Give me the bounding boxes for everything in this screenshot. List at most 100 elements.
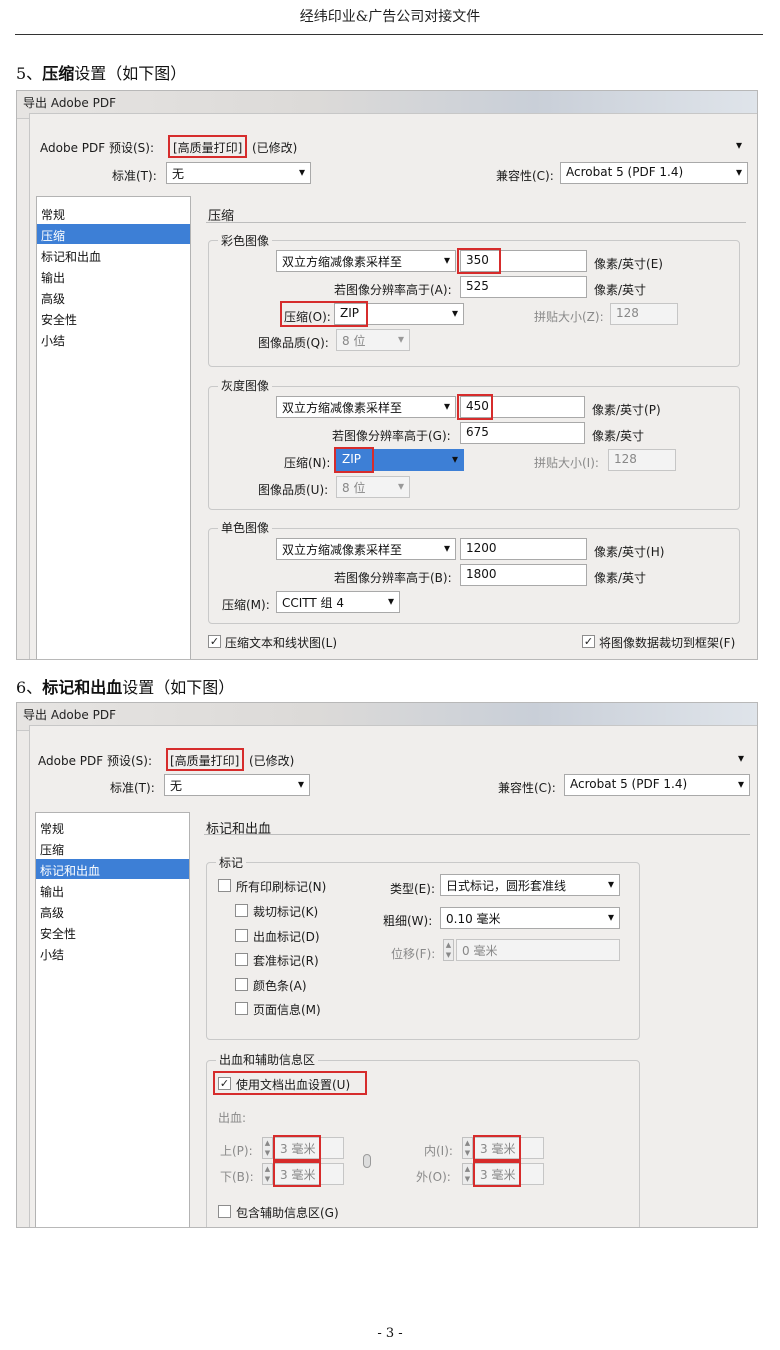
bleed-marks-label: 出血标记(D) (253, 930, 320, 944)
heading-rule (204, 834, 750, 835)
crop-marks-checkbox[interactable] (235, 904, 248, 917)
nav-item-general[interactable]: 常规 (37, 203, 190, 223)
preset-label: Adobe PDF 预设(S): (40, 141, 154, 155)
section-6-bold: 标记和出血 (42, 678, 123, 697)
color-downsample-select[interactable]: 双立方缩减像素采样至 (276, 250, 456, 272)
color-bars-checkbox[interactable] (235, 978, 248, 991)
bleed-top-highlight (273, 1135, 321, 1161)
crop-marks-label: 裁切标记(K) (253, 905, 319, 919)
color-images-title: 彩色图像 (218, 232, 273, 249)
bleed-outside-label: 外(O): (416, 1170, 451, 1184)
page-number: - 3 - (377, 1326, 403, 1341)
gray-above-unit: 像素/英寸 (592, 429, 645, 443)
color-bars-label: 颜色条(A) (253, 979, 307, 993)
marks-group-title: 标记 (216, 854, 247, 871)
document-header: 经纬印业&广告公司对接文件 (299, 9, 481, 25)
use-doc-bleed-highlight (213, 1071, 367, 1095)
section-5-rest: 设置（如下图） (74, 64, 187, 83)
marks-dialog-screenshot: 导出 Adobe PDF Adobe PDF 预设(S): [高质量打印] (已… (16, 702, 758, 1228)
crop-data-checkbox[interactable]: ✓ (582, 635, 595, 648)
color-quality-select[interactable]: 8 位 (336, 329, 410, 351)
gray-ppi-highlight (457, 394, 493, 420)
mono-ppi-input[interactable]: 1200 (460, 538, 587, 560)
color-above-unit: 像素/英寸 (594, 283, 647, 297)
gray-ppi-unit: 像素/英寸(P) (592, 403, 661, 417)
mono-downsample-select[interactable]: 双立方缩减像素采样至 (276, 538, 456, 560)
mono-above-input[interactable]: 1800 (460, 564, 587, 586)
dialog-body: Adobe PDF 预设(S): [高质量打印] (已修改) 标准(T): 无 … (29, 725, 757, 1227)
nav-item-marks-bleeds[interactable]: 标记和出血 (37, 245, 190, 265)
nav-item-compression[interactable]: 压缩 (37, 224, 190, 244)
nav-list: 常规 压缩 标记和出血 输出 高级 安全性 小结 (36, 196, 191, 659)
include-slug-label: 包含辅助信息区(G) (236, 1206, 339, 1220)
nav-item-summary[interactable]: 小结 (36, 943, 189, 963)
nav-item-security[interactable]: 安全性 (37, 308, 190, 328)
standard-select[interactable]: 无 (166, 162, 311, 184)
gray-tile-input[interactable]: 128 (608, 449, 676, 471)
include-slug-checkbox[interactable] (218, 1205, 231, 1218)
gray-comp-label: 压缩(N): (284, 456, 331, 470)
mono-above-label: 若图像分辨率高于(B): (334, 571, 452, 585)
compat-select[interactable]: Acrobat 5 (PDF 1.4) (560, 162, 748, 184)
bleed-bottom-spinner[interactable]: ▲ ▼ (262, 1163, 273, 1185)
mono-comp-label: 压缩(M): (222, 598, 270, 612)
bleed-inside-highlight (473, 1135, 521, 1161)
compress-text-checkbox[interactable]: ✓ (208, 635, 221, 648)
nav-item-summary[interactable]: 小结 (37, 329, 190, 349)
type-select[interactable]: 日式标记，圆形套准线 (440, 874, 620, 896)
offset-input[interactable]: 0 毫米 (456, 939, 620, 961)
nav-item-security[interactable]: 安全性 (36, 922, 189, 942)
offset-spinner[interactable]: ▲ ▼ (443, 939, 454, 961)
nav-item-advanced[interactable]: 高级 (36, 901, 189, 921)
color-comp-highlight (280, 301, 368, 327)
section-6-title: 6、标记和出血设置（如下图） (16, 674, 234, 698)
standard-label: 标准(T): (110, 781, 155, 795)
bleed-outside-highlight (473, 1161, 521, 1187)
mono-comp-select[interactable]: CCITT 组 4 (276, 591, 400, 613)
bleed-bottom-highlight (273, 1161, 321, 1187)
nav-item-compression[interactable]: 压缩 (36, 838, 189, 858)
bleed-bottom-label: 下(B): (220, 1170, 254, 1184)
standard-select[interactable]: 无 (164, 774, 310, 796)
gray-images-title: 灰度图像 (218, 377, 273, 394)
nav-item-advanced[interactable]: 高级 (37, 287, 190, 307)
page-info-checkbox[interactable] (235, 1002, 248, 1015)
color-above-input[interactable]: 525 (460, 276, 587, 298)
nav-item-general[interactable]: 常规 (36, 817, 189, 837)
section-5-bold: 压缩 (42, 64, 75, 83)
registration-marks-checkbox[interactable] (235, 953, 248, 966)
nav-item-output[interactable]: 输出 (36, 880, 189, 900)
gray-tile-label: 拼贴大小(I): (534, 456, 599, 470)
preset-select[interactable] (168, 135, 748, 158)
link-icon[interactable] (363, 1154, 371, 1168)
gray-downsample-select[interactable]: 双立方缩减像素采样至 (276, 396, 456, 418)
bleed-inside-label: 内(I): (424, 1144, 453, 1158)
nav-item-output[interactable]: 输出 (37, 266, 190, 286)
gray-above-input[interactable]: 675 (460, 422, 585, 444)
section-6-rest: 设置（如下图） (122, 678, 235, 697)
compat-label: 兼容性(C): (496, 169, 554, 183)
color-tile-input[interactable]: 128 (610, 303, 678, 325)
type-label: 类型(E): (390, 882, 435, 896)
mono-images-title: 单色图像 (218, 519, 273, 536)
compress-text-label: 压缩文本和线状图(L) (225, 636, 338, 650)
bleed-top-spinner[interactable]: ▲ ▼ (262, 1137, 273, 1159)
nav-item-marks-bleeds[interactable]: 标记和出血 (36, 859, 189, 879)
gray-quality-label: 图像品质(U): (258, 483, 329, 497)
all-marks-checkbox[interactable] (218, 879, 231, 892)
crop-data-label: 将图像数据裁切到框架(F) (599, 636, 736, 650)
page-info-label: 页面信息(M) (253, 1003, 321, 1017)
preset-select[interactable] (166, 748, 750, 771)
section-5-number: 5、 (16, 64, 43, 83)
bleed-marks-checkbox[interactable] (235, 929, 248, 942)
color-above-label: 若图像分辨率高于(A): (334, 283, 452, 297)
offset-label: 位移(F): (391, 947, 436, 961)
bleed-outside-spinner[interactable]: ▲ ▼ (462, 1163, 473, 1185)
bleed-inside-spinner[interactable]: ▲ ▼ (462, 1137, 473, 1159)
gray-quality-select[interactable]: 8 位 (336, 476, 410, 498)
gray-above-label: 若图像分辨率高于(G): (332, 429, 451, 443)
all-marks-label: 所有印刷标记(N) (236, 880, 327, 894)
color-quality-label: 图像品质(Q): (258, 336, 329, 350)
compat-select[interactable]: Acrobat 5 (PDF 1.4) (564, 774, 750, 796)
weight-select[interactable]: 0.10 毫米 (440, 907, 620, 929)
